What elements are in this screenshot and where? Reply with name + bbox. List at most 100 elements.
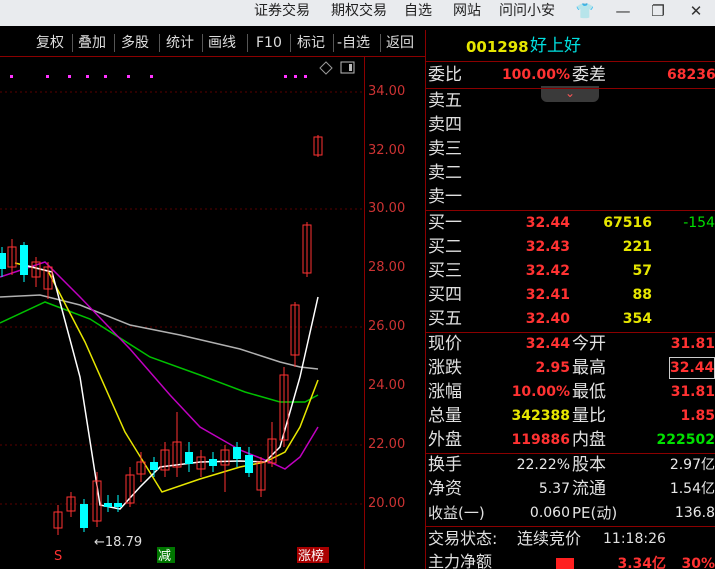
ma10-line xyxy=(14,262,319,493)
y-tick-label: 20.00 xyxy=(368,496,406,511)
sell2-label: 卖二 xyxy=(428,163,462,183)
signal-tag-limitup: 涨榜 xyxy=(298,548,324,564)
turnover-label: 换手 xyxy=(428,455,462,475)
candle-bar xyxy=(172,412,182,477)
toolbar-divider xyxy=(333,34,334,52)
inner-label: 内盘 xyxy=(572,430,606,450)
buy5-price: 32.40 xyxy=(525,311,570,327)
toolbar-divider xyxy=(247,34,248,52)
pe-value: 136.8 xyxy=(674,505,715,521)
toolbar-divider xyxy=(380,34,381,52)
buy1-price: 32.44 xyxy=(525,215,570,231)
weibi-value: 100.00% xyxy=(501,67,570,83)
minimize-icon[interactable]: — xyxy=(611,0,635,22)
restore-icon[interactable]: ❐ xyxy=(646,0,670,22)
separator xyxy=(426,61,715,62)
float-value: 1.54亿 xyxy=(669,481,715,497)
stock-name: 好上好 xyxy=(530,36,581,56)
menu-website[interactable]: 网站 xyxy=(453,0,481,22)
separator xyxy=(426,453,715,454)
trade-status-label: 交易状态: xyxy=(428,529,498,548)
volume-ratio-value: 1.85 xyxy=(680,408,715,424)
toolbar-divider xyxy=(72,34,73,52)
outer-value: 119886 xyxy=(511,432,570,448)
kline-chart[interactable]: ←18.79 S 减 涨榜 xyxy=(0,57,425,569)
toolbar-divider xyxy=(159,34,160,52)
toolbar-divider xyxy=(202,34,203,52)
menu-watchlist[interactable]: 自选 xyxy=(404,0,432,22)
chart-toolbar: 复权 叠加 多股 统计 画线 F10 标记 -自选 返回 xyxy=(0,30,425,57)
separator xyxy=(426,526,715,527)
sell3-label: 卖三 xyxy=(428,139,462,159)
pct-value: 10.00% xyxy=(511,384,570,400)
moving-average-lines xyxy=(0,261,319,510)
candle-bar xyxy=(114,495,122,512)
window-toggle-icon[interactable] xyxy=(340,61,355,74)
high-value: 32.44 xyxy=(669,357,715,379)
ma120-line xyxy=(0,294,319,370)
trade-status-time: 11:18:26 xyxy=(603,531,666,547)
toolbar-overlay-button[interactable]: 叠加 xyxy=(78,33,106,53)
buy3-volume: 57 xyxy=(632,263,652,279)
candle-bar xyxy=(185,442,193,472)
menu-ask-xiaoan[interactable]: 问问小安 xyxy=(499,0,555,22)
toolbar-draw-line-button[interactable]: 画线 xyxy=(208,33,236,53)
panel-divider xyxy=(425,30,426,569)
chart-corner-controls[interactable] xyxy=(319,61,355,75)
toolbar-back-button[interactable]: 返回 xyxy=(386,33,414,53)
candle-bar xyxy=(290,302,300,367)
separator xyxy=(426,332,715,333)
sell5-label: 卖五 xyxy=(428,91,462,111)
candle-bar xyxy=(31,257,41,287)
separator xyxy=(426,88,715,89)
buy5-volume: 354 xyxy=(622,311,652,327)
main-net-pct: 30% xyxy=(681,556,715,569)
toolbar-divider xyxy=(114,34,115,52)
buy3-price: 32.42 xyxy=(525,263,570,279)
candle-bar xyxy=(53,505,63,535)
toolbar-multistock-button[interactable]: 多股 xyxy=(121,33,149,53)
volume-ratio-label: 量比 xyxy=(572,406,606,426)
buy1-label: 买一 xyxy=(428,213,462,233)
turnover-value: 22.22% xyxy=(516,457,570,473)
candle-bar xyxy=(104,495,112,512)
open-value: 31.81 xyxy=(670,336,715,352)
y-tick-label: 22.00 xyxy=(368,437,406,452)
open-label: 今开 xyxy=(572,334,606,354)
y-tick-label: 28.00 xyxy=(368,260,406,275)
candle-bar xyxy=(0,247,6,277)
eps-value: 0.060 xyxy=(529,505,570,521)
diamond-icon[interactable] xyxy=(319,61,333,75)
toolbar-f10-button[interactable]: F10 xyxy=(256,33,282,53)
menu-options-trading[interactable]: 期权交易 xyxy=(331,0,387,22)
toolbar-mark-button[interactable]: 标记 xyxy=(297,33,325,53)
buy4-label: 买四 xyxy=(428,285,462,305)
y-tick-label: 26.00 xyxy=(368,319,406,334)
candle-bar xyxy=(196,450,206,477)
skin-shirt-icon[interactable]: 👕 xyxy=(573,0,597,22)
price-value: 32.44 xyxy=(525,336,570,352)
capital-label: 股本 xyxy=(572,455,606,475)
close-icon[interactable]: ✕ xyxy=(684,0,708,22)
candle-bar xyxy=(302,222,312,277)
main-net-bar xyxy=(556,558,574,569)
menu-securities-trading[interactable]: 证券交易 xyxy=(254,0,310,22)
sell1-label: 卖一 xyxy=(428,187,462,207)
candle-bar xyxy=(160,442,170,477)
candle-bar xyxy=(136,452,146,482)
low-price-marker: ←18.79 xyxy=(94,535,142,550)
toolbar-fuquan-button[interactable]: 复权 xyxy=(36,33,64,53)
ma60-line xyxy=(0,301,319,403)
toolbar-statistics-button[interactable]: 统计 xyxy=(166,33,194,53)
inner-value: 222502 xyxy=(656,432,715,448)
toolbar-remove-watchlist-button[interactable]: -自选 xyxy=(337,33,370,53)
main-net-row: 主力净额 3.34亿 30% xyxy=(426,552,715,569)
main-net-value: 3.34亿 xyxy=(617,556,666,569)
buy1-volume: 67516 xyxy=(603,215,652,231)
buy4-volume: 88 xyxy=(632,287,652,303)
eps-label: 收益(一) xyxy=(428,504,485,522)
title-bar: 证券交易 期权交易 自选 网站 问问小安 👕 — ❐ ✕ xyxy=(0,0,715,26)
change-label: 涨跌 xyxy=(428,358,462,378)
candle-bar xyxy=(279,367,289,447)
signal-tag-jian: 减 xyxy=(158,549,171,564)
